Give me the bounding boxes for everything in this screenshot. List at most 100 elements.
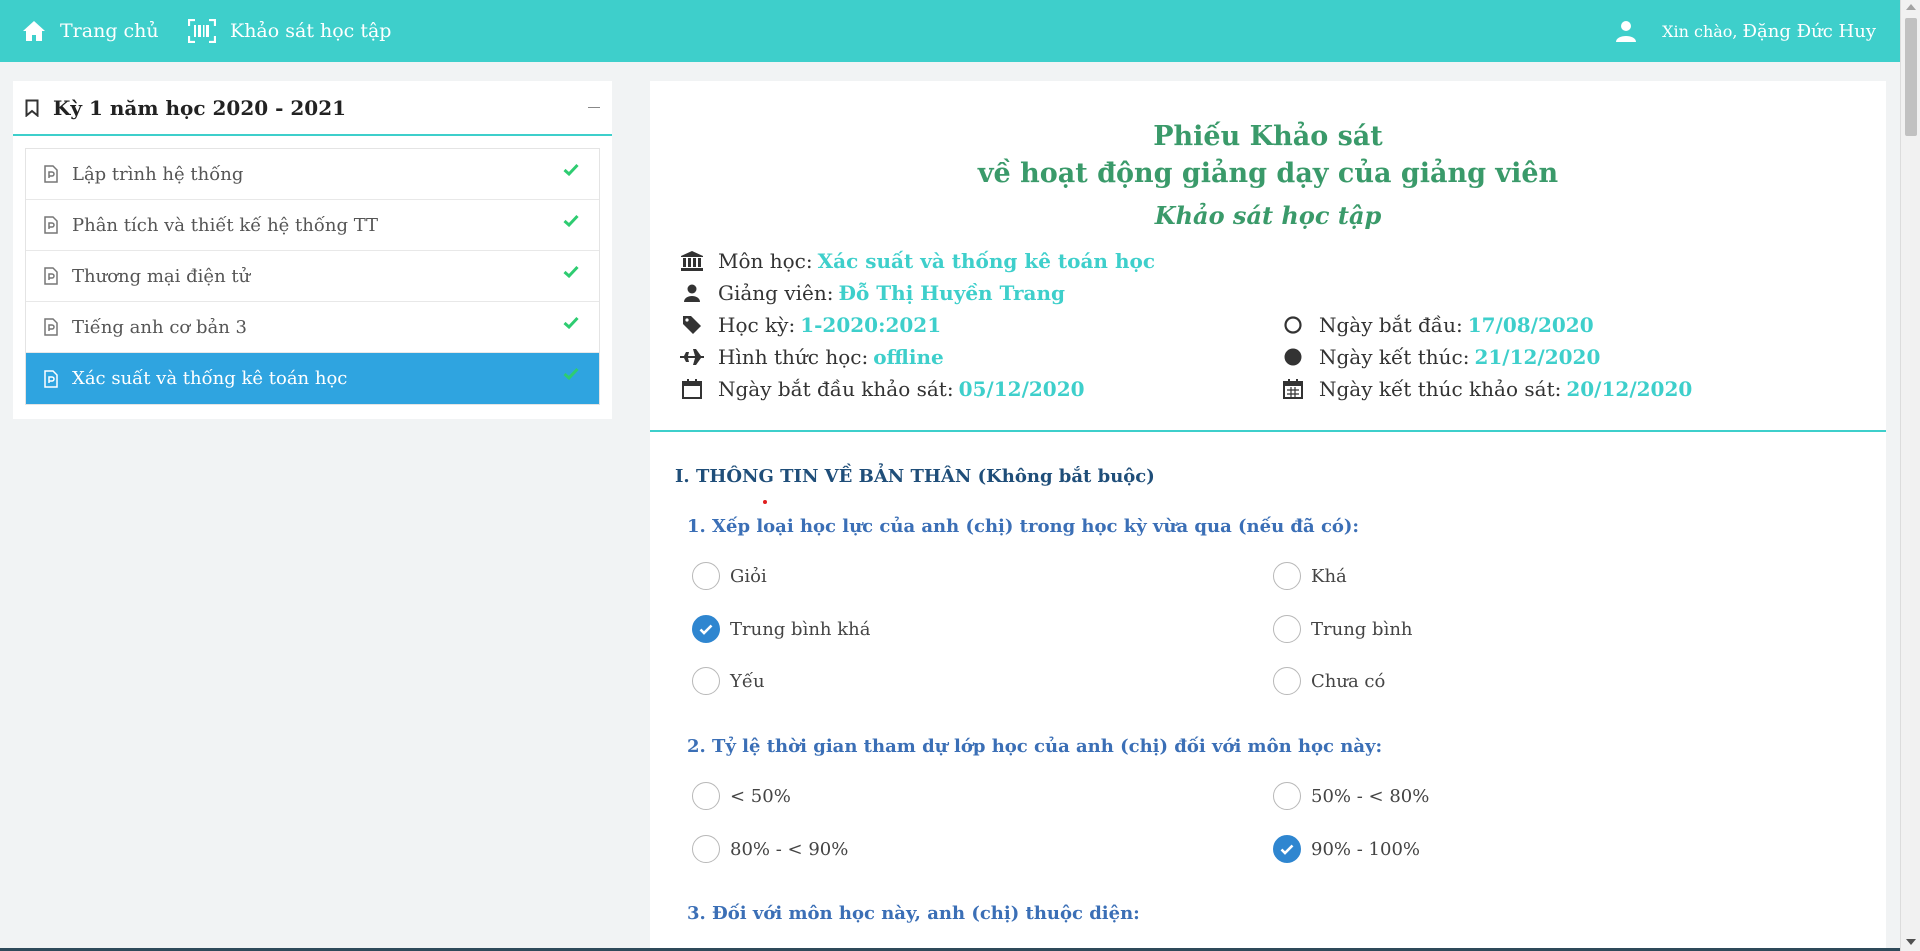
option-trung-binh-kha[interactable]: Trung bình khá [692,615,870,643]
option-label: < 50% [730,785,791,807]
scroll-thumb[interactable] [1905,18,1917,136]
nav-survey-link[interactable]: Khảo sát học tập [188,0,391,62]
user-icon [684,284,700,302]
option-label: Giỏi [730,565,767,587]
nav-home-label: Trang chủ [60,20,159,42]
radio-button[interactable] [1273,615,1301,643]
option-kha[interactable]: Khá [1273,562,1347,590]
semester-row: Học kỳ: 1-2020:2021 [680,313,941,337]
radio-button-checked[interactable] [1273,835,1301,863]
option-80-90[interactable]: 80% - < 90% [692,835,848,863]
course-label: Phân tích và thiết kế hệ thống TT [72,214,379,236]
end-date-value: 21/12/2020 [1474,345,1601,369]
start-date-value: 17/08/2020 [1467,313,1594,337]
user-menu[interactable]: Xin chào, Đặng Đức Huy [1616,0,1876,62]
option-label: Yếu [730,670,765,692]
option-yeu[interactable]: Yếu [692,667,765,695]
end-date-row: Ngày kết thúc: 21/12/2020 [1281,345,1600,369]
option-label: 90% - 100% [1311,838,1420,860]
option-trung-binh[interactable]: Trung bình [1273,615,1413,643]
lecturer-value: Đỗ Thị Huyền Trang [838,281,1066,305]
radio-button[interactable] [1273,562,1301,590]
survey-title: Phiếu Khảo sát [1153,121,1383,152]
circle-filled-icon [1284,348,1302,366]
document-icon [44,318,58,336]
radio-button-checked[interactable] [692,615,720,643]
greeting-text: Xin chào, [1662,21,1738,41]
document-icon [44,267,58,285]
radio-button[interactable] [692,562,720,590]
survey-title-line2: về hoạt động giảng dạy của giảng viên [977,158,1559,189]
option-under-50[interactable]: < 50% [692,782,791,810]
option-label: Khá [1311,565,1347,587]
survey-start-value: 05/12/2020 [958,377,1085,401]
mode-row: Hình thức học: offline [680,345,944,369]
semester-sidebar: Kỳ 1 năm học 2020 - 2021 Lập trình hệ th… [13,81,612,419]
option-chua-co[interactable]: Chưa có [1273,667,1385,695]
vertical-scrollbar[interactable] [1900,0,1920,951]
sidebar-item-course[interactable]: Thương mại điện tử [26,251,599,302]
option-gioi[interactable]: Giỏi [692,562,767,590]
option-label: 80% - < 90% [730,838,849,860]
survey-start-row: Ngày bắt đầu khảo sát: 05/12/2020 [680,377,1085,401]
subject-value: Xác suất và thống kê toán học [817,249,1155,273]
sidebar-item-course[interactable]: Tiếng anh cơ bản 3 [26,302,599,353]
nav-home-link[interactable]: Trang chủ [22,0,159,62]
barcode-scan-icon [188,19,216,43]
radio-button[interactable] [1273,782,1301,810]
option-50-80[interactable]: 50% - < 80% [1273,782,1429,810]
plane-icon [680,349,704,365]
survey-header: Phiếu Khảo sát về hoạt động giảng dạy củ… [650,81,1886,432]
course-label: Tiếng anh cơ bản 3 [72,316,247,338]
option-label: Chưa có [1311,670,1386,692]
option-90-100[interactable]: 90% - 100% [1273,835,1420,863]
sidebar-item-course-active[interactable]: Xác suất và thống kê toán học [26,353,599,404]
sidebar-item-course[interactable]: Phân tích và thiết kế hệ thống TT [26,200,599,251]
check-icon [1280,844,1294,855]
sidebar-title: Kỳ 1 năm học 2020 - 2021 [53,95,347,120]
collapse-icon[interactable] [588,107,600,108]
start-date-row: Ngày bắt đầu: 17/08/2020 [1281,313,1594,337]
radio-button[interactable] [1273,667,1301,695]
radio-button[interactable] [692,782,720,810]
sidebar-item-course[interactable]: Lập trình hệ thống [26,149,599,200]
scroll-down-icon[interactable] [1906,939,1916,945]
survey-end-label: Ngày kết thúc khảo sát: [1319,377,1562,401]
check-icon [563,316,579,329]
mode-value: offline [873,345,944,369]
survey-panel: Phiếu Khảo sát về hoạt động giảng dạy củ… [650,81,1886,951]
user-name: Đặng Đức Huy [1742,20,1876,42]
start-date-label: Ngày bắt đầu: [1319,313,1463,337]
option-label: Trung bình [1311,618,1413,640]
radio-button[interactable] [692,835,720,863]
circle-outline-icon [1284,316,1302,334]
section-title: I. THÔNG TIN VỀ BẢN THÂN (Không bắt buộc… [675,466,1155,487]
document-icon [44,165,58,183]
survey-subtitle: Khảo sát học tập [1154,201,1382,230]
nav-survey-label: Khảo sát học tập [230,20,392,42]
survey-start-label: Ngày bắt đầu khảo sát: [718,377,954,401]
mode-label: Hình thức học: [718,345,869,369]
subject-label: Môn học: [718,249,813,273]
calendar-icon [682,379,702,399]
course-label: Thương mại điện tử [72,265,251,287]
course-list: Lập trình hệ thống Phân tích và thiết kế… [25,148,600,405]
end-date-label: Ngày kết thúc: [1319,345,1470,369]
question-3: 3. Đối với môn học này, anh (chị) thuộc … [687,903,1140,924]
radio-button[interactable] [692,667,720,695]
option-label: Trung bình khá [730,618,871,640]
home-icon [23,21,45,41]
semester-label: Học kỳ: [718,313,796,337]
document-icon [44,216,58,234]
check-icon [563,265,579,278]
survey-end-value: 20/12/2020 [1566,377,1693,401]
university-icon [681,251,703,271]
question-2: 2. Tỷ lệ thời gian tham dự lớp học của a… [687,736,1383,757]
semester-value: 1-2020:2021 [800,313,942,337]
bookmark-icon [25,99,39,117]
user-icon [1616,21,1637,42]
question-1: 1. Xếp loại học lực của anh (chị) trong … [687,516,1360,537]
scroll-up-icon[interactable] [1906,4,1916,10]
check-icon [699,624,713,635]
required-marker-dot [763,500,767,504]
